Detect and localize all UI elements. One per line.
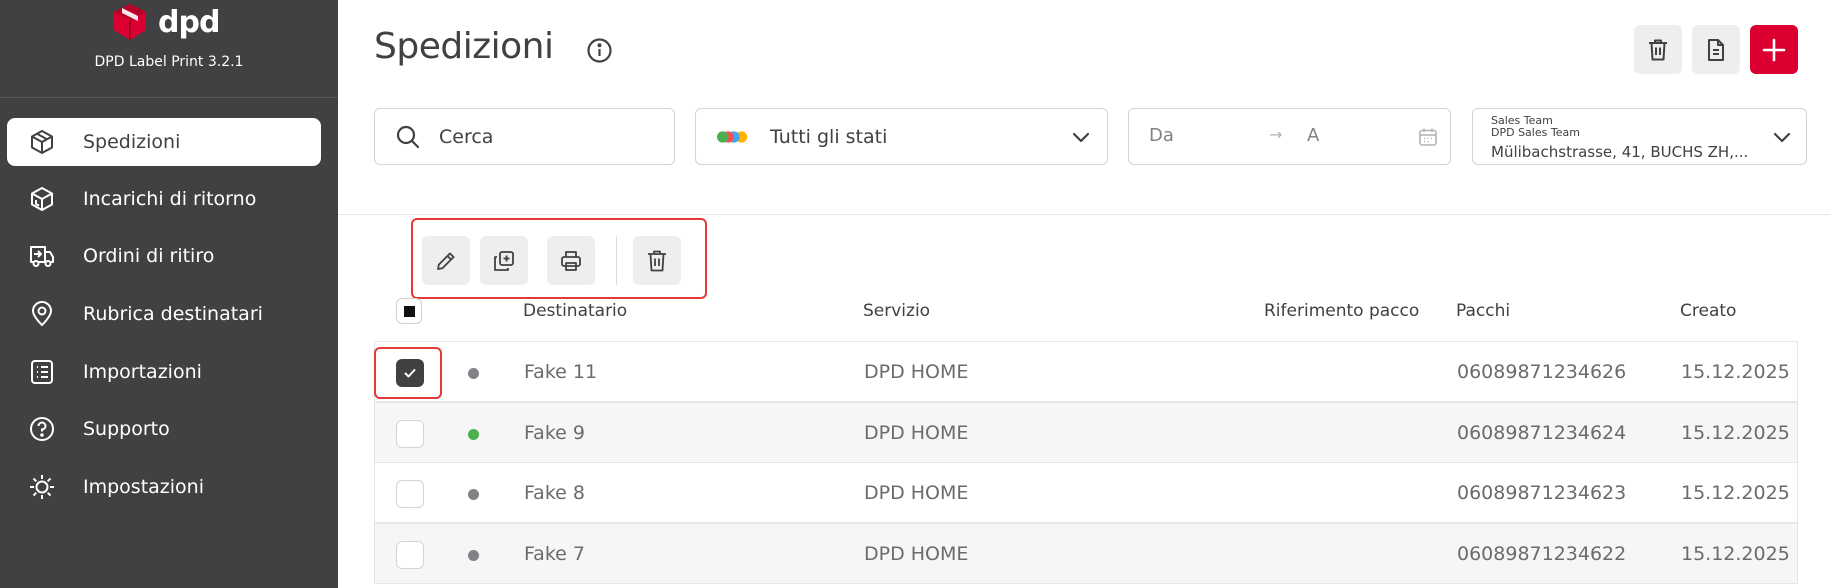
- status-label: Tutti gli stati: [770, 125, 888, 148]
- cell-service: DPD HOME: [864, 482, 969, 504]
- sidebar-item-spedizioni[interactable]: Spedizioni: [7, 118, 321, 166]
- duplicate-button[interactable]: [480, 236, 528, 285]
- list-icon: [27, 357, 57, 387]
- document-icon: [1708, 38, 1724, 61]
- row-checkbox[interactable]: [396, 420, 424, 448]
- printer-icon: [561, 250, 581, 271]
- sidebar-item-label: Incarichi di ritorno: [83, 188, 257, 210]
- sidebar-item-label: Rubrica destinatari: [83, 303, 263, 325]
- cell-created: 15.12.2025: [1681, 482, 1790, 504]
- status-select[interactable]: Tutti gli stati: [695, 108, 1108, 165]
- trash-icon: [648, 250, 666, 271]
- selected-row-highlight: [374, 347, 442, 399]
- column-header-riferimento[interactable]: Riferimento pacco: [1264, 301, 1419, 321]
- divider: [338, 214, 1830, 215]
- sidebar-item-label: Spedizioni: [83, 131, 181, 153]
- sidebar-item-label: Ordini di ritiro: [83, 245, 215, 267]
- sidebar-item-label: Importazioni: [83, 361, 202, 383]
- select-all-checkbox[interactable]: [396, 298, 422, 324]
- pencil-icon: [437, 252, 455, 270]
- plus-icon: [1762, 38, 1786, 61]
- status-dot: [468, 368, 479, 379]
- column-header-creato[interactable]: Creato: [1680, 301, 1736, 321]
- sidebar-item-supporto[interactable]: Supporto: [7, 405, 321, 453]
- indeterminate-mark: [403, 305, 415, 317]
- delete-all-button[interactable]: [1634, 25, 1682, 74]
- package-icon: [27, 127, 57, 157]
- sidebar-item-importazioni[interactable]: Importazioni: [7, 348, 321, 396]
- logo-text: dpd: [158, 4, 220, 40]
- print-button[interactable]: [547, 236, 595, 285]
- date-from-input[interactable]: Da: [1149, 125, 1174, 146]
- table-row[interactable]: Fake 11 DPD HOME 06089871234626 15.12.20…: [374, 341, 1798, 402]
- trash-icon: [1649, 39, 1667, 60]
- cell-service: DPD HOME: [864, 361, 969, 383]
- sidebar-item-label: Impostazioni: [83, 476, 204, 498]
- address-street: Mülibachstrasse, 41, BUCHS ZH,...: [1491, 143, 1749, 161]
- sidebar-item-ordini-di-ritiro[interactable]: Ordini di ritiro: [7, 232, 321, 280]
- calendar-icon[interactable]: [1418, 127, 1438, 147]
- date-range-arrow: →: [1269, 125, 1283, 144]
- column-header-pacchi[interactable]: Pacchi: [1456, 301, 1510, 321]
- truck-icon: [27, 241, 57, 271]
- edit-button[interactable]: [422, 236, 470, 285]
- cell-recipient: Fake 7: [524, 543, 585, 565]
- help-circle-icon: [27, 414, 57, 444]
- sender-address-select[interactable]: Sales Team DPD Sales Team Mülibachstrass…: [1472, 108, 1807, 165]
- status-dots-icon: [716, 130, 750, 144]
- sidebar-item-incarichi-di-ritorno[interactable]: Incarichi di ritorno: [7, 175, 321, 223]
- cell-service: DPD HOME: [864, 543, 969, 565]
- page-title: Spedizioni: [374, 26, 554, 67]
- table-row[interactable]: Fake 7 DPD HOME 06089871234622 15.12.202…: [374, 523, 1798, 584]
- selection-action-bar: [411, 218, 707, 299]
- sidebar-item-rubrica-destinatari[interactable]: Rubrica destinatari: [7, 290, 321, 338]
- gear-icon: [27, 472, 57, 502]
- column-header-destinatario[interactable]: Destinatario: [523, 301, 627, 321]
- status-dot: [468, 489, 479, 500]
- sidebar-item-label: Supporto: [83, 418, 170, 440]
- cell-parcels: 06089871234622: [1457, 543, 1627, 565]
- date-to-input[interactable]: A: [1307, 125, 1319, 146]
- table-row[interactable]: Fake 8 DPD HOME 06089871234623 15.12.202…: [374, 462, 1798, 523]
- date-range-picker[interactable]: Da → A: [1128, 108, 1451, 165]
- cell-recipient: Fake 8: [524, 482, 585, 504]
- cell-service: DPD HOME: [864, 422, 969, 444]
- status-dot: [468, 429, 479, 440]
- cell-created: 15.12.2025: [1681, 543, 1790, 565]
- table-row[interactable]: Fake 9 DPD HOME 06089871234624 15.12.202…: [374, 402, 1798, 463]
- sidebar: dpd DPD Label Print 3.2.1 Spedizioni Inc…: [0, 0, 338, 588]
- info-icon[interactable]: [586, 37, 613, 68]
- location-pin-icon: [27, 299, 57, 329]
- row-checkbox[interactable]: [396, 541, 424, 569]
- chevron-down-icon: [1071, 127, 1091, 147]
- search-input[interactable]: Cerca: [374, 108, 675, 165]
- return-package-icon: [27, 184, 57, 214]
- action-separator: [616, 236, 617, 285]
- cell-created: 15.12.2025: [1681, 422, 1790, 444]
- status-dot: [468, 550, 479, 561]
- cell-parcels: 06089871234623: [1457, 482, 1627, 504]
- dpd-cube-icon: [114, 4, 146, 40]
- chevron-down-icon: [1772, 127, 1792, 147]
- cell-recipient: Fake 9: [524, 422, 585, 444]
- dpd-logo[interactable]: dpd: [110, 2, 220, 42]
- brand: dpd DPD Label Print 3.2.1: [0, 0, 338, 98]
- sidebar-item-impostazioni[interactable]: Impostazioni: [7, 463, 321, 511]
- document-button[interactable]: [1692, 25, 1740, 74]
- address-company: DPD Sales Team: [1491, 126, 1580, 139]
- cell-parcels: 06089871234626: [1457, 361, 1627, 383]
- row-checkbox[interactable]: [396, 480, 424, 508]
- search-placeholder: Cerca: [439, 125, 494, 148]
- cell-created: 15.12.2025: [1681, 361, 1790, 383]
- column-header-servizio[interactable]: Servizio: [863, 301, 930, 321]
- delete-button[interactable]: [633, 236, 681, 285]
- cell-recipient: Fake 11: [524, 361, 598, 383]
- duplicate-icon: [494, 250, 514, 271]
- add-shipment-button[interactable]: [1750, 25, 1798, 74]
- cell-parcels: 06089871234624: [1457, 422, 1627, 444]
- app-version: DPD Label Print 3.2.1: [94, 54, 244, 70]
- search-icon: [395, 124, 421, 150]
